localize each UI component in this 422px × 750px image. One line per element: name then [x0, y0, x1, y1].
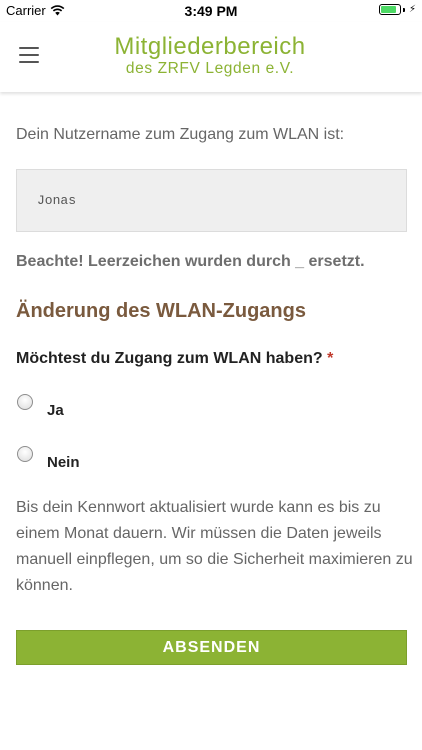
username-intro: Dein Nutzername zum Zugang zum WLAN ist:	[16, 126, 345, 143]
battery-indicator: ⚡	[378, 4, 416, 15]
wlan-question: Möchtest du Zugang zum WLAN haben? *	[16, 350, 333, 368]
status-time: 3:49 PM	[184, 3, 238, 19]
battery-fill	[380, 6, 397, 13]
brand-title: Mitgliederbereich	[114, 33, 306, 60]
required-marker: *	[327, 350, 334, 367]
section-title: Änderung des WLAN-Zugangs	[16, 300, 306, 322]
battery-icon	[378, 4, 401, 15]
brand-logo[interactable]: Mitgliederbereich des ZRFV Legden e.V.	[110, 34, 310, 78]
hamburger-menu-icon[interactable]	[19, 47, 39, 63]
space-notice: Beachte! Leerzeichen wurden durch _ erse…	[16, 253, 365, 270]
radio-nein[interactable]	[17, 446, 33, 462]
menu-bar-middle	[19, 54, 39, 56]
info-text: Bis dein Kennwort aktualisiert wurde kan…	[16, 499, 413, 594]
radio-label-nein[interactable]: Nein	[47, 454, 80, 471]
question-label: Möchtest du Zugang zum WLAN haben?	[16, 350, 323, 367]
status-bar: Carrier 3:49 PM ⚡	[0, 0, 422, 22]
menu-bar-bottom	[19, 61, 39, 63]
charging-bolt-icon: ⚡	[408, 4, 416, 15]
radio-label-ja[interactable]: Ja	[47, 402, 64, 419]
app-header: Mitgliederbereich des ZRFV Legden e.V.	[0, 22, 422, 92]
radio-ja[interactable]	[17, 394, 33, 410]
username-readonly-field: Jonas	[16, 169, 407, 232]
battery-tip	[402, 7, 405, 12]
submit-button[interactable]: ABSENDEN	[16, 630, 407, 665]
brand-subtitle: des ZRFV Legden e.V.	[125, 60, 295, 77]
menu-bar-top	[19, 47, 39, 49]
